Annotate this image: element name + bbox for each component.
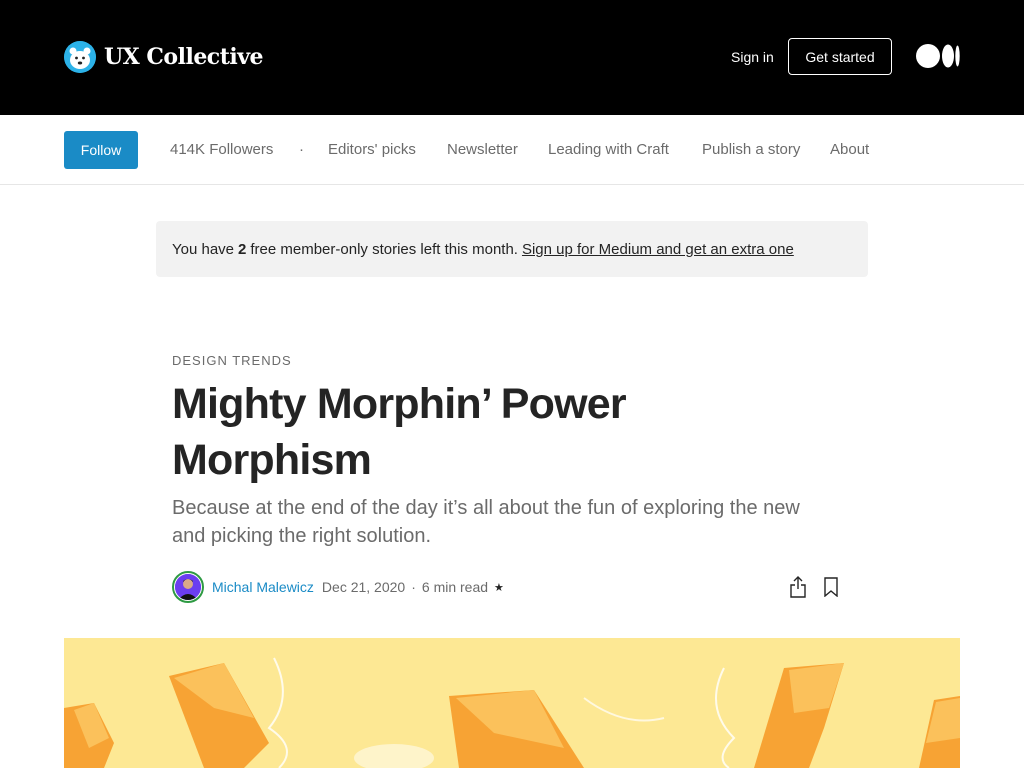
article-kicker[interactable]: Design Trends — [172, 353, 292, 368]
article-subtitle: Because at the end of the day it’s all a… — [172, 497, 800, 547]
banner-prefix: You have — [172, 240, 235, 258]
follow-button[interactable]: Follow — [64, 131, 138, 169]
get-started-button[interactable]: Get started — [788, 38, 892, 75]
article-byline: Michal Malewicz Dec 21, 2020 · 6 min rea… — [172, 571, 504, 603]
top-header: UX Collective Sign in Get started — [0, 0, 1024, 115]
read-time: 6 min read — [421, 579, 489, 595]
nav-link-about[interactable]: About — [830, 141, 869, 159]
banner-count: 2 — [238, 240, 247, 258]
author-avatar[interactable] — [172, 571, 204, 603]
share-icon[interactable] — [789, 576, 807, 598]
publish-date: Dec 21, 2020 — [321, 579, 406, 595]
medium-logo-icon[interactable] — [916, 44, 960, 68]
bookmark-icon[interactable] — [823, 577, 839, 597]
signup-upsell-link[interactable]: Sign up for Medium and get an extra one — [522, 241, 794, 258]
nav-link-leading-with-craft[interactable]: Leading with Craft — [548, 141, 669, 159]
nav-link-newsletter[interactable]: Newsletter — [447, 141, 518, 159]
article-title: Mighty Morphin’ Power Morphism — [172, 380, 627, 484]
member-limit-banner: You have 2 free member-only stories left… — [156, 221, 868, 277]
publication-nav: Follow 414K Followers · Editors' picks N… — [0, 115, 1024, 185]
followers-count: 414K Followers — [170, 141, 274, 158]
lightning-bolts-illustration — [64, 638, 960, 768]
nav-link-editors-picks[interactable]: Editors' picks — [328, 141, 416, 159]
polar-bear-icon — [64, 41, 96, 73]
member-star-icon: ★ — [494, 581, 504, 594]
author-name-link[interactable]: Michal Malewicz — [212, 579, 314, 595]
nav-link-publish-a-story[interactable]: Publish a story — [702, 141, 800, 159]
byline-separator: · — [411, 579, 416, 595]
publication-logo[interactable]: UX Collective — [64, 41, 264, 73]
banner-suffix: free member-only stories left this month… — [250, 240, 518, 258]
hero-image — [64, 638, 960, 768]
publication-name: UX Collective — [104, 44, 264, 70]
nav-separator: · — [299, 141, 304, 158]
sign-in-link[interactable]: Sign in — [731, 48, 774, 66]
